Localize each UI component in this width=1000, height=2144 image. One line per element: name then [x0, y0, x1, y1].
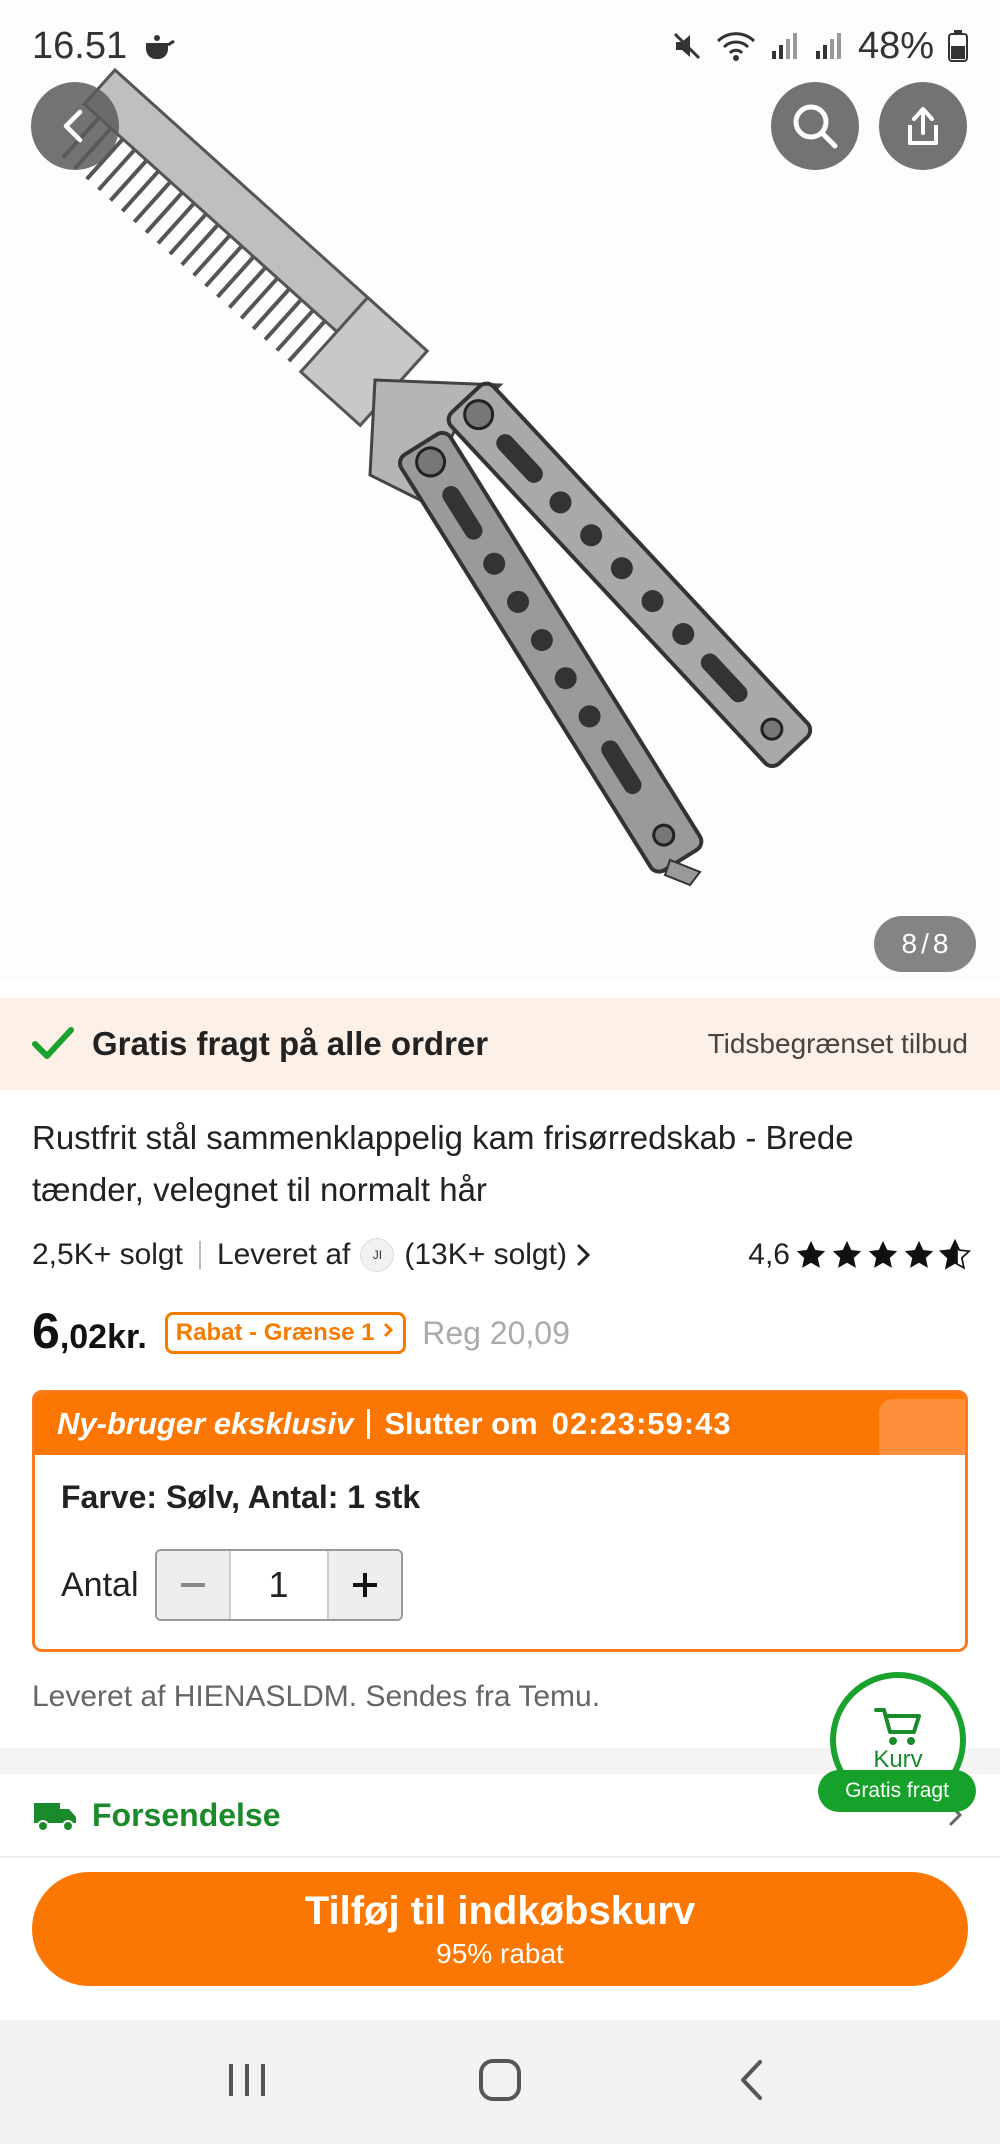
store-logo: JI [360, 1238, 395, 1272]
system-nav-bar [0, 2020, 1000, 2144]
add-to-cart-label: Tilføj til indkøbskurv [304, 1888, 696, 1933]
back-button[interactable] [31, 82, 119, 170]
status-time-group: 16.51 [32, 25, 175, 68]
mute-icon [672, 31, 702, 61]
image-counter-sep: / [921, 928, 929, 959]
chevron-right-icon [384, 1322, 394, 1338]
battery-icon [948, 30, 968, 62]
ends-label: Slutter om [384, 1406, 538, 1441]
quantity-value: 1 [228, 1551, 329, 1619]
rating-value: 4,6 [748, 1238, 790, 1271]
add-to-cart-button[interactable]: Tilføj til indkøbskurv 95% rabat [32, 1872, 968, 1986]
discount-limit-badge[interactable]: Rabat - Grænse 1 [164, 1312, 407, 1354]
quantity-row: Antal 1 [61, 1549, 939, 1621]
exclusive-header: Ny-bruger eksklusiv Slutter om 02:23:59:… [35, 1393, 965, 1455]
signal-icon [770, 31, 800, 61]
minus-icon [180, 1583, 205, 1587]
half-star-icon [938, 1238, 972, 1270]
status-time: 16.51 [32, 24, 128, 67]
free-shipping-banner: Gratis fragt på alle ordrer Tidsbegrænse… [0, 998, 1000, 1090]
divider [367, 1409, 371, 1439]
product-image-carousel[interactable]: 16.51 48% 8 / 8 [0, 0, 1000, 980]
discount-limit-label: Rabat - Grænse 1 [175, 1319, 375, 1346]
chevron-right-icon [577, 1244, 591, 1266]
supplier-text: Leveret af HIENASLDM. Sendes fra Temu. [32, 1680, 601, 1713]
star-rating [794, 1238, 972, 1272]
limited-offer-text: Tidsbegrænset tilbud [707, 1028, 968, 1059]
teapot-icon [141, 31, 175, 61]
price-integer: 6 [32, 1303, 60, 1359]
star-icon [832, 1240, 862, 1268]
free-shipping-badge: Gratis fragt [818, 1770, 976, 1812]
price-row: 6 ,02kr. Rabat - Grænse 1 Reg 20,09 [32, 1302, 570, 1372]
shipping-label: Forsendelse [92, 1796, 281, 1833]
new-user-exclusive-box: Ny-bruger eksklusiv Slutter om 02:23:59:… [32, 1390, 968, 1652]
decoration [879, 1399, 965, 1455]
plus-icon [352, 1573, 377, 1597]
discount-sublabel: 95% rabat [436, 1937, 564, 1969]
increase-button[interactable] [328, 1551, 401, 1619]
exclusive-body: Farve: Sølv, Antal: 1 stk Antal 1 [35, 1455, 965, 1641]
exclusive-label: Ny-bruger eksklusiv [57, 1406, 354, 1441]
divider [198, 1241, 201, 1269]
chevron-left-icon [63, 109, 83, 143]
rating[interactable]: 4,6 [748, 1238, 972, 1272]
share-button[interactable] [879, 82, 967, 170]
product-page: 16.51 48% 8 / 8 Gratis fragt på alle ord… [0, 0, 1000, 2144]
status-right-group: 48% [672, 25, 968, 68]
signal-icon-2 [814, 31, 844, 61]
latch [663, 858, 702, 887]
battery-percent: 48% [857, 24, 934, 67]
image-counter-total: 8 [932, 928, 949, 959]
image-counter-current: 8 [901, 928, 918, 959]
countdown-timer: 02:23:59:43 [551, 1406, 732, 1441]
status-bar: 16.51 48% [0, 0, 1000, 92]
wifi-icon [716, 31, 756, 61]
image-counter: 8 / 8 [874, 916, 976, 972]
free-shipping-text: Gratis fragt på alle ordrer [92, 1025, 489, 1062]
quantity-stepper[interactable]: 1 [154, 1549, 403, 1621]
product-meta: 2,5K+ solgt Leveret af JI (13K+ solgt) 4… [32, 1230, 972, 1280]
truck-icon [34, 1803, 76, 1832]
recent-apps-icon [228, 2063, 265, 2096]
decrease-button[interactable] [156, 1551, 229, 1619]
product-title: Rustfrit stål sammenklappelig kam frisør… [32, 1119, 854, 1208]
quantity-label: Antal [61, 1565, 139, 1604]
store-link[interactable]: Leveret af JI (13K+ solgt) [217, 1238, 595, 1272]
sold-count: 2,5K+ solgt [32, 1238, 183, 1271]
search-button[interactable] [771, 82, 859, 170]
checkmark-icon [32, 1027, 74, 1059]
regular-price: Reg 20,09 [422, 1314, 570, 1351]
back-arrow-icon [741, 2059, 763, 2100]
delivered-by-label: Leveret af [216, 1238, 351, 1271]
star-icon [796, 1240, 826, 1268]
home-button[interactable] [476, 2056, 524, 2109]
cart-icon [874, 1708, 921, 1745]
store-sold: (13K+ solgt) [404, 1238, 567, 1271]
star-icon [868, 1240, 898, 1268]
recent-apps-button[interactable] [223, 2058, 271, 2107]
star-icon [904, 1240, 934, 1268]
system-back-button[interactable] [729, 2056, 777, 2109]
price-decimal: ,02kr. [59, 1318, 147, 1356]
search-icon [793, 104, 838, 149]
home-icon [478, 2058, 521, 2101]
variant-selection[interactable]: Farve: Sølv, Antal: 1 stk [61, 1475, 939, 1519]
share-icon [908, 107, 938, 145]
